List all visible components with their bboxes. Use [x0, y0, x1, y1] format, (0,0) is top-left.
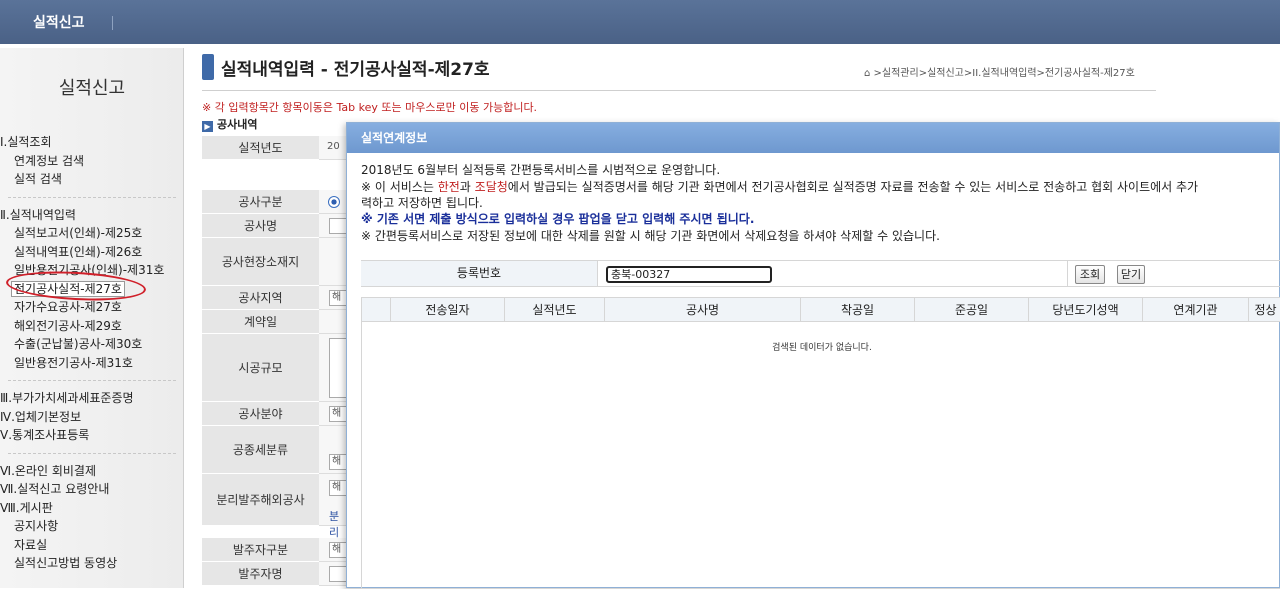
sidebar-item[interactable]: 자가수요공사-제27호 [0, 298, 184, 317]
modal-info-line1: 2018년도 6월부터 실적등록 간편등록서비스를 시범적으로 운영합니다. [361, 163, 721, 177]
sidebar-item[interactable]: Ⅷ.게시판 [0, 499, 184, 518]
sidebar-item[interactable]: Ⅲ.부가가치세과세표준증명 [0, 389, 184, 408]
grid-column-header: 실적년도 [504, 298, 604, 322]
result-grid: 전송일자 실적년도 공사명 착공일 준공일 당년도기성액 연계기관 정상 검색된 데이터가 없… [361, 297, 1280, 589]
sidebar-item[interactable]: Ⅰ.실적조회 [0, 133, 184, 152]
line2-part-b: 과 [459, 180, 475, 194]
topbar-divider [112, 16, 113, 30]
sidebar-item[interactable]: 실적 검색 [0, 170, 184, 189]
linked-info-modal: 실적연계정보 2018년도 6월부터 실적등록 간편등록서비스를 시범적으로 운… [346, 122, 1280, 589]
top-bar: 실적신고 [0, 0, 1280, 44]
sidebar-item-label: 일반용전기공사-제31호 [14, 355, 133, 370]
section-arrow-icon: ▶ [202, 121, 213, 132]
sidebar-item-label: 실적신고방법 동영상 [14, 556, 118, 570]
sidebar: 실적신고 Ⅰ.실적조회연계정보 검색실적 검색 Ⅱ.실적내역입력실적보고서(인쇄)… [0, 48, 184, 588]
menu-divider [8, 452, 176, 454]
registration-label: 등록번호 [361, 261, 598, 286]
split-link[interactable]: 분리 [329, 508, 339, 540]
label-category: 공종세분류 [202, 426, 319, 474]
sidebar-item-label: Ⅶ.실적신고 요령안내 [0, 482, 110, 496]
sidebar-item[interactable]: 일반용전기공사-제31호 [0, 354, 184, 373]
sidebar-title: 실적신고 [58, 78, 126, 99]
grid-column-header: 당년도기성액 [1028, 298, 1142, 322]
label-name: 공사명 [202, 214, 319, 238]
search-button[interactable]: 조회 [1075, 265, 1105, 284]
label-client: 발주자명 [202, 562, 319, 586]
grid-column-header: 준공일 [914, 298, 1028, 322]
menu-divider [8, 380, 176, 381]
sidebar-item[interactable]: Ⅳ.업체기본정보 [0, 408, 184, 427]
sidebar-item[interactable]: 공지사항 [0, 517, 184, 536]
sidebar-item[interactable]: Ⅶ.실적신고 요령안내 [0, 480, 184, 499]
sidebar-item-label: 실적내역표(인쇄)-제26호 [14, 244, 143, 259]
label-location: 공사현장소재지 [202, 238, 319, 286]
sidebar-item[interactable]: 실적보고서(인쇄)-제25호 [0, 224, 184, 243]
sidebar-item-label: 자료실 [14, 537, 48, 552]
grid-column-header: 정상 [1248, 298, 1280, 322]
grid-header: 전송일자 실적년도 공사명 착공일 준공일 당년도기성액 연계기관 정상 [362, 298, 1280, 322]
sidebar-item-label: 공지사항 [14, 519, 59, 533]
label-field: 공사분야 [202, 402, 319, 426]
section-label: 공사내역 [217, 118, 258, 131]
sidebar-item-label: Ⅰ.실적조회 [0, 135, 52, 149]
brand-label[interactable]: 실적신고 [33, 12, 85, 32]
sidebar-item-label: Ⅴ.통계조사표등록 [0, 428, 90, 442]
sidebar-item-label: Ⅵ.온라인 회비결제 [0, 463, 96, 478]
sidebar-item-label: 실적보고서(인쇄)-제25호 [14, 226, 143, 240]
type-radio[interactable] [328, 196, 340, 208]
line2-kepco: 한전 [437, 180, 460, 194]
label-contract: 계약일 [202, 310, 319, 334]
page-title: 실적내역입력 - 전기공사실적-제27호 [221, 60, 490, 80]
modal-title[interactable]: 실적연계정보 [347, 123, 1279, 153]
modal-info-line5: ※ 간편등록서비스로 저장된 정보에 대한 삭제를 원할 시 해당 기관 화면에… [361, 229, 940, 243]
sidebar-item-label: Ⅱ.실적내역입력 [0, 207, 76, 222]
sidebar-item-label: Ⅳ.업체기본정보 [0, 409, 82, 424]
registration-divider [1067, 261, 1068, 286]
grid-column-header: 연계기관 [1142, 298, 1248, 322]
sidebar-item-label: 연계정보 검색 [14, 153, 85, 168]
empty-message: 검색된 데이터가 없습니다. [772, 343, 872, 353]
title-bar-icon [202, 54, 214, 80]
sidebar-item[interactable]: 해외전기공사-제29호 [0, 317, 184, 336]
close-button[interactable]: 닫기 [1117, 265, 1145, 284]
section-heading: ▶ 공사내역 [202, 116, 257, 132]
sidebar-item-label: 해외전기공사-제29호 [14, 318, 122, 333]
modal-info-line2: ※ 이 서비스는 한전과 조달청에서 발급되는 실적증명서를 해당 기관 화면에… [361, 178, 1198, 195]
line2-part-c: 에서 발급되는 실적증명서를 해당 기관 화면에서 전기공사협회로 실적증명 자… [507, 180, 1199, 194]
sidebar-item[interactable]: 자료실 [0, 536, 184, 555]
sidebar-item[interactable]: Ⅴ.통계조사표등록 [0, 426, 184, 445]
grid-column-header: 착공일 [800, 298, 914, 322]
sidebar-item-label: Ⅲ.부가가치세과세표준증명 [0, 391, 134, 405]
sidebar-item[interactable]: 실적내역표(인쇄)-제26호 [0, 243, 184, 262]
sidebar-item-label: Ⅷ.게시판 [0, 500, 53, 515]
label-type: 공사구분 [202, 190, 319, 214]
line2-pps: 조달청 [474, 180, 508, 194]
sidebar-item[interactable]: 실적신고방법 동영상 [0, 554, 184, 573]
label-region: 공사지역 [202, 286, 319, 310]
menu-divider [8, 196, 176, 198]
modal-info-line4: ※ 기존 서면 제출 방식으로 입력하실 경우 팝업을 닫고 입력해 주시면 됩… [361, 212, 755, 226]
label-scale: 시공규모 [202, 334, 319, 402]
sidebar-item[interactable]: 연계정보 검색 [0, 152, 184, 171]
registration-row: 등록번호 충북-00327 조회 닫기 [361, 260, 1280, 287]
sidebar-item-label: 수출(군납불)공사-제30호 [14, 337, 143, 351]
sidebar-item[interactable]: Ⅱ.실적내역입력 [0, 206, 184, 225]
registration-number-input[interactable]: 충북-00327 [606, 266, 772, 283]
sidebar-item[interactable]: Ⅵ.온라인 회비결제 [0, 462, 184, 481]
line2-part-a: ※ 이 서비스는 [361, 180, 438, 194]
sidebar-menu: Ⅰ.실적조회연계정보 검색실적 검색 Ⅱ.실적내역입력실적보고서(인쇄)-제25호… [0, 133, 184, 573]
label-split: 분리발주해외공사 [202, 474, 319, 526]
sidebar-item-label: 자가수요공사-제27호 [14, 300, 122, 314]
label-client-type: 발주자구분 [202, 538, 319, 562]
sidebar-item-label: 실적 검색 [14, 172, 62, 186]
grid-column-header: 전송일자 [390, 298, 504, 322]
label-year: 실적년도 [202, 136, 319, 160]
title-divider [202, 90, 1156, 91]
breadcrumb: ⌂ >실적관리>실적신고>II.실적내역입력>전기공사실적-제27호 [864, 68, 1135, 79]
input-notice: ※ 각 입력항목간 항목이동은 Tab key 또는 마우스로만 이동 가능합니… [202, 101, 538, 114]
grid-column-header: 공사명 [604, 298, 800, 322]
grid-column-header [362, 298, 390, 322]
modal-info-line3: 력하고 저장하면 됩니다. [361, 196, 483, 210]
sidebar-item[interactable]: 수출(군납불)공사-제30호 [0, 335, 184, 354]
